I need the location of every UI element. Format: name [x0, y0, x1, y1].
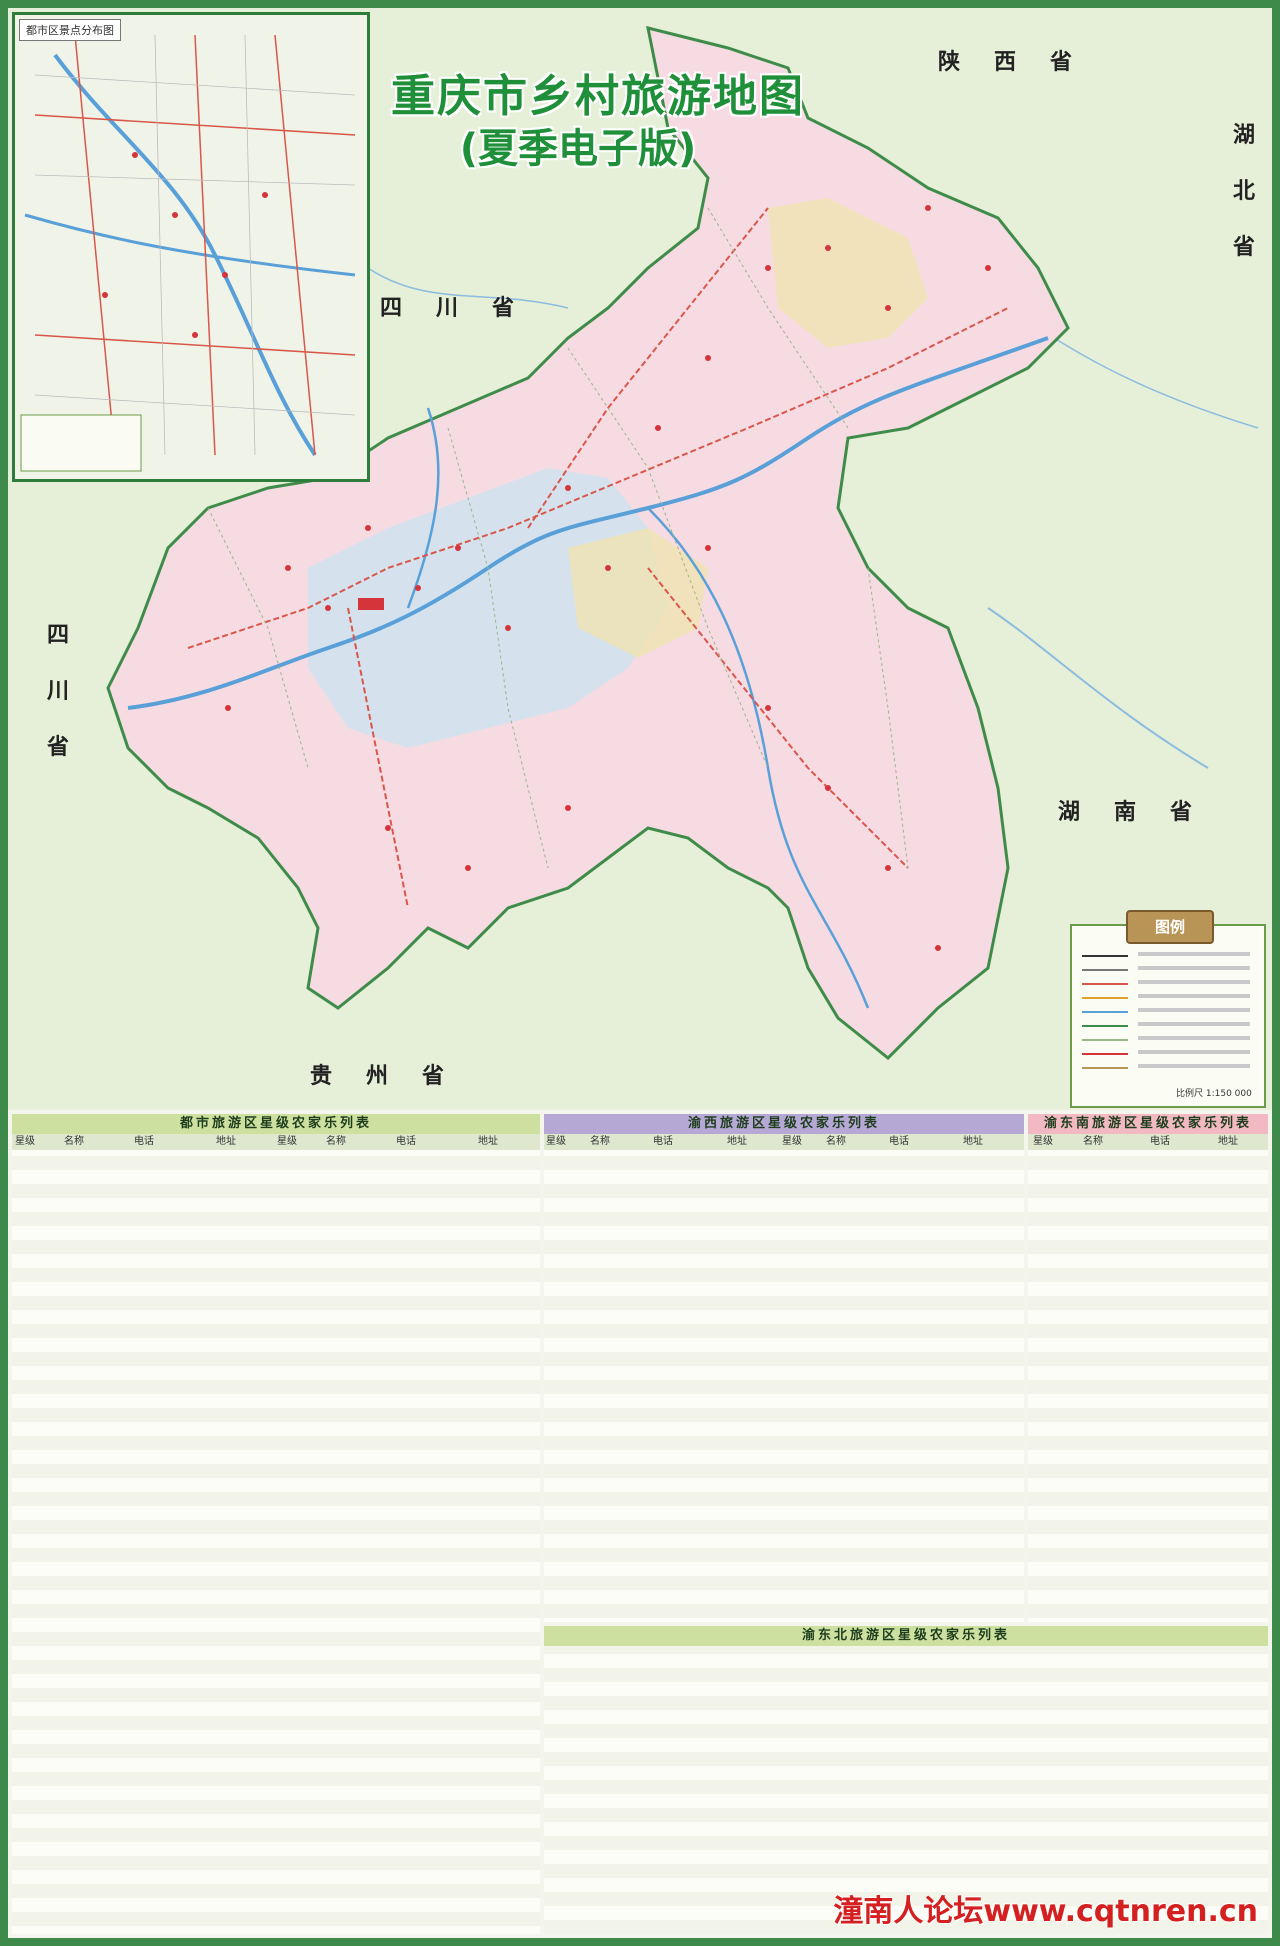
map-legend: 图例 比例尺 1:150 000: [1070, 910, 1266, 1108]
inset-title: 都市区景点分布图: [19, 19, 121, 41]
yudongbei-table-title: 渝东北旅游区星级农家乐列表: [544, 1626, 1268, 1646]
col-header: 电话: [889, 1136, 909, 1147]
legend-row: [1082, 1062, 1254, 1073]
col-header: 名称: [326, 1136, 346, 1147]
col-header: 星级: [782, 1136, 802, 1147]
col-header: 星级: [546, 1136, 566, 1147]
yuxi-table-header: 星级 名称 电话 地址 星级 名称 电话 地址: [544, 1134, 1024, 1150]
map-frame: 都市区景点分布图 重庆市乡村旅游地图 (夏季电子版) 陕西省 湖北省 四川省 四…: [8, 8, 1272, 1938]
yudongnan-table-header: 星级 名称 电话 地址: [1028, 1134, 1268, 1150]
col-header: 地址: [727, 1136, 747, 1147]
col-header: 名称: [826, 1136, 846, 1147]
col-header: 电话: [396, 1136, 416, 1147]
city-center-marker: [358, 598, 384, 610]
legend-title: 图例: [1126, 910, 1214, 944]
province-label-sichuan-west: 四川省: [46, 623, 69, 760]
province-label-hubei: 湖北省: [1232, 123, 1255, 260]
col-header: 地址: [1218, 1136, 1238, 1147]
col-header: 电话: [1150, 1136, 1170, 1147]
urban-table: 都市旅游区星级农家乐列表 星级 名称 电话 地址 星级 名称 电话 地址: [12, 1114, 540, 1934]
col-header: 电话: [653, 1136, 673, 1147]
legend-row: [1082, 950, 1254, 961]
yudongnan-table: 渝东南旅游区星级农家乐列表 星级 名称 电话 地址: [1028, 1114, 1268, 1622]
province-label-sichuan-north: 四川省: [380, 296, 549, 321]
col-header: 星级: [1033, 1136, 1053, 1147]
legend-row: [1082, 1020, 1254, 1031]
inset-canvas: [15, 15, 367, 479]
col-header: 星级: [15, 1136, 35, 1147]
col-header: 地址: [963, 1136, 983, 1147]
legend-row: [1082, 1048, 1254, 1059]
map-area: 都市区景点分布图 重庆市乡村旅游地图 (夏季电子版) 陕西省 湖北省 四川省 四…: [8, 8, 1272, 1108]
province-label-shaanxi: 陕西省: [938, 50, 1107, 75]
farmhouse-tables: 都市旅游区星级农家乐列表 星级 名称 电话 地址 星级 名称 电话 地址 渝西旅游区星级农家乐…: [8, 1110, 1272, 1938]
urban-table-header: 星级 名称 电话 地址 星级 名称 电话 地址: [12, 1134, 540, 1150]
urban-inset-map: 都市区景点分布图: [12, 12, 370, 482]
yuxi-table: 渝西旅游区星级农家乐列表 星级 名称 电话 地址 星级 名称 电话 地址: [544, 1114, 1024, 1622]
yuxi-table-title: 渝西旅游区星级农家乐列表: [544, 1114, 1024, 1134]
map-subtitle: (夏季电子版): [459, 126, 697, 172]
legend-row: [1082, 978, 1254, 989]
watermark: 潼南人论坛www.cqtnren.cn: [833, 1894, 1258, 1929]
map-title: 重庆市乡村旅游地图: [391, 71, 805, 122]
legend-row: [1082, 1034, 1254, 1045]
legend-row: [1082, 964, 1254, 975]
col-header: 地址: [478, 1136, 498, 1147]
col-header: 名称: [590, 1136, 610, 1147]
col-header: 地址: [216, 1136, 236, 1147]
legend-row: [1082, 1006, 1254, 1017]
col-header: 电话: [134, 1136, 154, 1147]
province-label-guizhou: 贵州省: [310, 1064, 479, 1089]
urban-table-title: 都市旅游区星级农家乐列表: [12, 1114, 540, 1134]
yudongnan-table-title: 渝东南旅游区星级农家乐列表: [1028, 1114, 1268, 1134]
col-header: 星级: [277, 1136, 297, 1147]
col-header: 名称: [64, 1136, 84, 1147]
map-scale: 比例尺 1:150 000: [1176, 1089, 1252, 1099]
col-header: 名称: [1083, 1136, 1103, 1147]
province-label-hunan: 湖南省: [1058, 800, 1227, 825]
legend-row: [1082, 992, 1254, 1003]
